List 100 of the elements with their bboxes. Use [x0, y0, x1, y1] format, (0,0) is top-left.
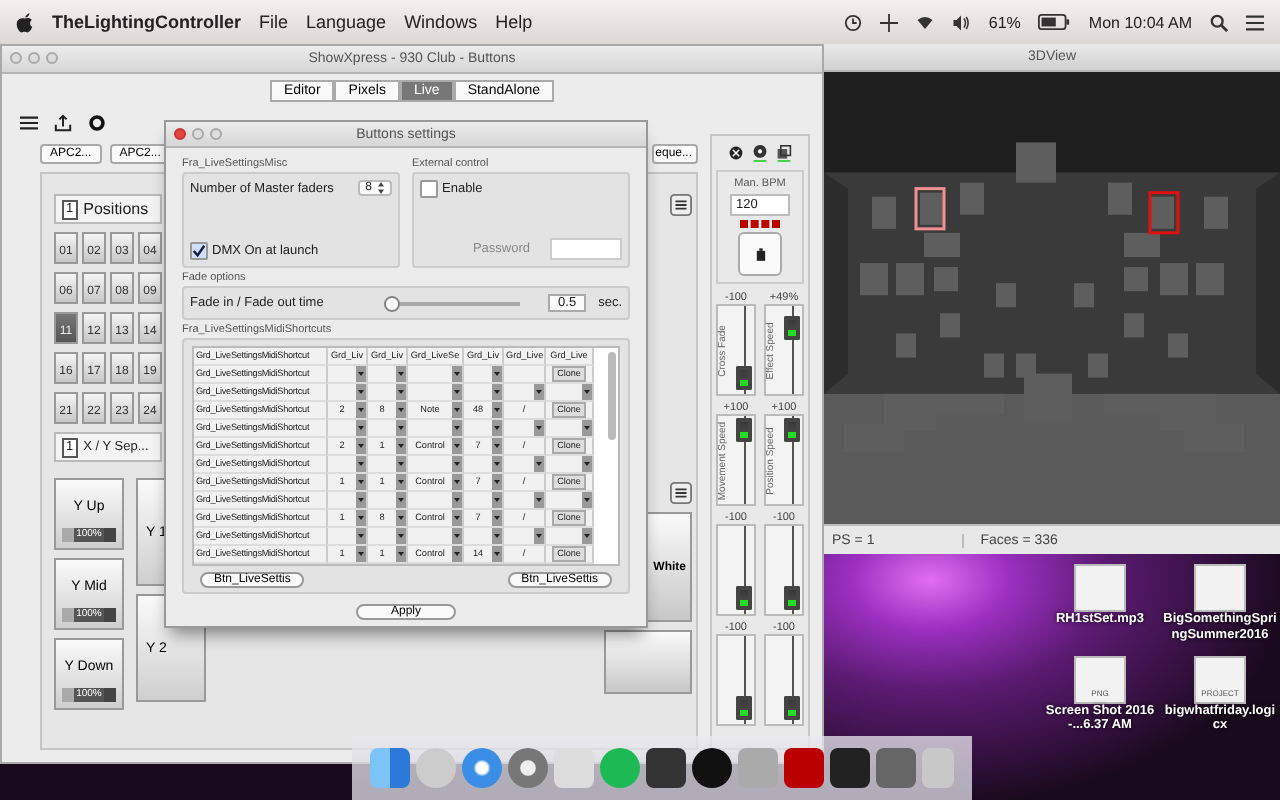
list-icon[interactable] — [1246, 13, 1264, 31]
menu-item[interactable]: File — [259, 12, 289, 32]
app-menu[interactable]: TheLightingController — [52, 12, 241, 32]
checkbox[interactable] — [190, 242, 208, 260]
dropdown-arrow-icon[interactable] — [492, 474, 502, 490]
dropdown-arrow-icon[interactable] — [492, 456, 502, 472]
menu-item[interactable]: Language — [306, 12, 387, 32]
menu-item[interactable]: Help — [495, 12, 533, 32]
dropdown-arrow-icon[interactable] — [356, 366, 366, 382]
dropdown-arrow-icon[interactable] — [582, 492, 592, 508]
dropdown-arrow-icon[interactable] — [356, 510, 366, 526]
stepper-arrows-icon[interactable] — [378, 182, 384, 194]
dropdown-cell[interactable] — [546, 456, 594, 474]
search-icon[interactable] — [1210, 13, 1228, 31]
dropdown-arrow-icon[interactable] — [534, 420, 544, 436]
dropdown-cell[interactable] — [504, 456, 546, 474]
dropdown-cell[interactable] — [328, 492, 368, 510]
upload-icon[interactable] — [54, 114, 72, 132]
ring-icon[interactable] — [88, 114, 106, 132]
dropdown-arrow-icon[interactable] — [396, 438, 406, 454]
dropdown-arrow-icon[interactable] — [356, 402, 366, 418]
fader-track[interactable] — [716, 524, 756, 616]
dropdown-cell[interactable] — [464, 492, 504, 510]
dropdown-arrow-icon[interactable] — [492, 492, 502, 508]
dropdown-arrow-icon[interactable] — [356, 456, 366, 472]
wifi-icon[interactable] — [916, 13, 935, 31]
dropdown-cell[interactable] — [464, 384, 504, 402]
dropdown-arrow-icon[interactable] — [356, 420, 366, 436]
dropdown-cell[interactable] — [464, 456, 504, 474]
dropdown-cell[interactable] — [328, 420, 368, 438]
dropdown-arrow-icon[interactable] — [534, 528, 544, 544]
dropdown-cell[interactable] — [546, 492, 594, 510]
dropdown-cell[interactable] — [408, 384, 464, 402]
close-window-icon[interactable] — [174, 128, 186, 140]
dropdown-arrow-icon[interactable] — [452, 402, 462, 418]
dropdown-cell[interactable] — [408, 366, 464, 384]
dropdown-cell[interactable] — [504, 384, 546, 402]
dropdown-arrow-icon[interactable] — [534, 384, 544, 400]
dropdown-cell[interactable] — [546, 420, 594, 438]
dropdown-cell[interactable] — [368, 420, 408, 438]
dropdown-arrow-icon[interactable] — [452, 366, 462, 382]
clock-history-icon[interactable] — [844, 13, 863, 31]
dropdown-cell[interactable] — [328, 456, 368, 474]
dropdown-cell[interactable] — [464, 420, 504, 438]
dropdown-cell[interactable] — [328, 366, 368, 384]
fader-thumb[interactable] — [784, 417, 800, 442]
crosshair-icon[interactable] — [880, 13, 899, 31]
dropdown-arrow-icon[interactable] — [582, 384, 592, 400]
dropdown-cell[interactable] — [368, 366, 408, 384]
dropdown-cell[interactable] — [408, 456, 464, 474]
dropdown-arrow-icon[interactable] — [396, 384, 406, 400]
slider-thumb[interactable] — [383, 295, 400, 311]
checkbox[interactable] — [420, 180, 438, 198]
dropdown-arrow-icon[interactable] — [452, 510, 462, 526]
dropdown-cell[interactable] — [408, 492, 464, 510]
dropdown-cell[interactable] — [504, 492, 546, 510]
dropdown-arrow-icon[interactable] — [492, 420, 502, 436]
dropdown-arrow-icon[interactable] — [452, 384, 462, 400]
dropdown-cell[interactable] — [328, 384, 368, 402]
fader-thumb[interactable] — [736, 417, 752, 442]
dropdown-arrow-icon[interactable] — [356, 492, 366, 508]
dropdown-cell[interactable] — [368, 456, 408, 474]
dropdown-arrow-icon[interactable] — [452, 438, 462, 454]
dropdown-arrow-icon[interactable] — [492, 510, 502, 526]
dropdown-arrow-icon[interactable] — [492, 438, 502, 454]
fader-track[interactable] — [764, 634, 804, 726]
dropdown-arrow-icon[interactable] — [492, 528, 502, 544]
tap-button[interactable] — [738, 232, 782, 276]
dropdown-arrow-icon[interactable] — [396, 528, 406, 544]
fader-track[interactable] — [716, 634, 756, 726]
menu-clock[interactable]: Mon 10:04 AM — [1088, 13, 1192, 31]
dropdown-arrow-icon[interactable] — [452, 474, 462, 490]
dropdown-cell[interactable] — [408, 528, 464, 546]
dropdown-arrow-icon[interactable] — [356, 474, 366, 490]
fader-thumb[interactable] — [736, 586, 752, 611]
dropdown-arrow-icon[interactable] — [396, 420, 406, 436]
fader-thumb[interactable] — [736, 366, 752, 391]
dropdown-arrow-icon[interactable] — [452, 456, 462, 472]
battery-icon[interactable] — [1038, 14, 1071, 30]
dropdown-cell[interactable] — [504, 420, 546, 438]
dropdown-arrow-icon[interactable] — [356, 384, 366, 400]
dropdown-arrow-icon[interactable] — [582, 420, 592, 436]
dropdown-arrow-icon[interactable] — [452, 492, 462, 508]
dropdown-cell[interactable] — [546, 384, 594, 402]
dropdown-arrow-icon[interactable] — [356, 528, 366, 544]
fader-thumb[interactable] — [784, 586, 800, 611]
menu-icon[interactable] — [20, 114, 38, 132]
menu-item[interactable]: Windows — [404, 12, 478, 32]
dropdown-arrow-icon[interactable] — [582, 456, 592, 472]
password-field[interactable] — [550, 238, 622, 260]
dropdown-arrow-icon[interactable] — [396, 510, 406, 526]
dropdown-arrow-icon[interactable] — [396, 366, 406, 382]
menu-icon[interactable] — [670, 482, 692, 504]
dropdown-arrow-icon[interactable] — [534, 492, 544, 508]
dropdown-arrow-icon[interactable] — [452, 546, 462, 562]
dropdown-cell[interactable] — [408, 420, 464, 438]
group-dropdown[interactable]: Positions — [83, 200, 149, 218]
dropdown-cell[interactable] — [464, 528, 504, 546]
dropdown-arrow-icon[interactable] — [534, 456, 544, 472]
fader-thumb[interactable] — [784, 696, 800, 721]
